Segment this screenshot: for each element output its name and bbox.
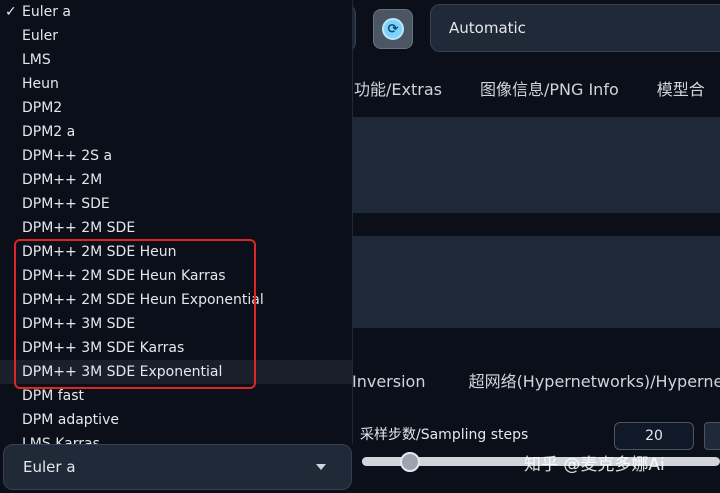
sampler-option-label: Heun (22, 76, 59, 92)
tab-png-info[interactable]: 图像信息/PNG Info (480, 76, 619, 104)
slider-thumb[interactable] (400, 452, 420, 472)
sampler-option-label: Euler (22, 28, 58, 44)
sampler-select-value: Euler a (23, 458, 76, 476)
sampler-option[interactable]: LMS Karras (0, 432, 352, 444)
negative-prompt-textarea[interactable] (352, 236, 720, 328)
sampler-option[interactable]: DPM++ 2S a (0, 144, 352, 168)
sampler-option[interactable]: DPM2 a (0, 120, 352, 144)
sampling-steps-value: 20 (645, 428, 663, 444)
refresh-icon: ⟳ (382, 18, 404, 40)
sampling-steps-spinner[interactable] (704, 422, 720, 450)
sampler-option[interactable]: DPM++ 2M (0, 168, 352, 192)
sampler-option-label: DPM fast (22, 388, 85, 404)
sampler-option-label: DPM++ 2S a (22, 148, 113, 164)
chevron-down-icon (316, 464, 326, 470)
sampler-option[interactable]: DPM2 (0, 96, 352, 120)
sampling-steps-label: 采样步数/Sampling steps (360, 427, 529, 443)
sampler-option[interactable]: DPM++ SDE (0, 192, 352, 216)
sampler-option[interactable]: DPM adaptive (0, 408, 352, 432)
tab-merge[interactable]: 模型合 (657, 76, 705, 104)
tab-extras[interactable]: 功能/Extras (354, 76, 442, 104)
extra-networks-tabs: Inversion 超网络(Hypernetworks)/Hypernet (352, 368, 720, 392)
model-select[interactable]: Automatic (430, 4, 720, 52)
highlight-box (14, 239, 256, 389)
sampler-option-label: LMS (22, 52, 51, 68)
refresh-button[interactable]: ⟳ (373, 9, 413, 49)
prompt-textarea[interactable] (352, 117, 720, 213)
tab-textual-inversion[interactable]: Inversion (352, 372, 425, 391)
sampler-dropdown-list: ✓ Euler a Euler LMS Heun DPM2 DPM2 a DPM++ 2S a… (0, 0, 353, 444)
sampler-option-label: DPM2 a (22, 124, 76, 140)
watermark: 知乎 @麦克多娜Ai (524, 455, 665, 475)
main-tabs: 功能/Extras 图像信息/PNG Info 模型合 (354, 76, 705, 104)
sampler-option[interactable]: ✓ Euler a (0, 0, 352, 24)
sampler-option[interactable]: Heun (0, 72, 352, 96)
model-select-value: Automatic (449, 19, 526, 37)
sampler-option[interactable]: DPM++ 2M SDE (0, 216, 352, 240)
sampling-steps-input[interactable]: 20 (614, 422, 694, 450)
sampler-option-label: Euler a (22, 4, 72, 20)
sampler-option[interactable]: Euler (0, 24, 352, 48)
sampler-option-label: DPM++ 2M (22, 172, 103, 188)
sampler-option[interactable]: LMS (0, 48, 352, 72)
sampler-option-label: DPM++ 2M SDE (22, 220, 136, 236)
checkmark-icon: ✓ (5, 4, 17, 20)
sampler-option-label: DPM++ SDE (22, 196, 110, 212)
sampler-option-label: LMS Karras (22, 436, 100, 444)
sampler-option-label: DPM adaptive (22, 412, 119, 428)
sampler-option-label: DPM2 (22, 100, 63, 116)
sampler-select[interactable]: Euler a (3, 444, 352, 490)
tab-hypernetworks[interactable]: 超网络(Hypernetworks)/Hypernet (469, 372, 720, 391)
